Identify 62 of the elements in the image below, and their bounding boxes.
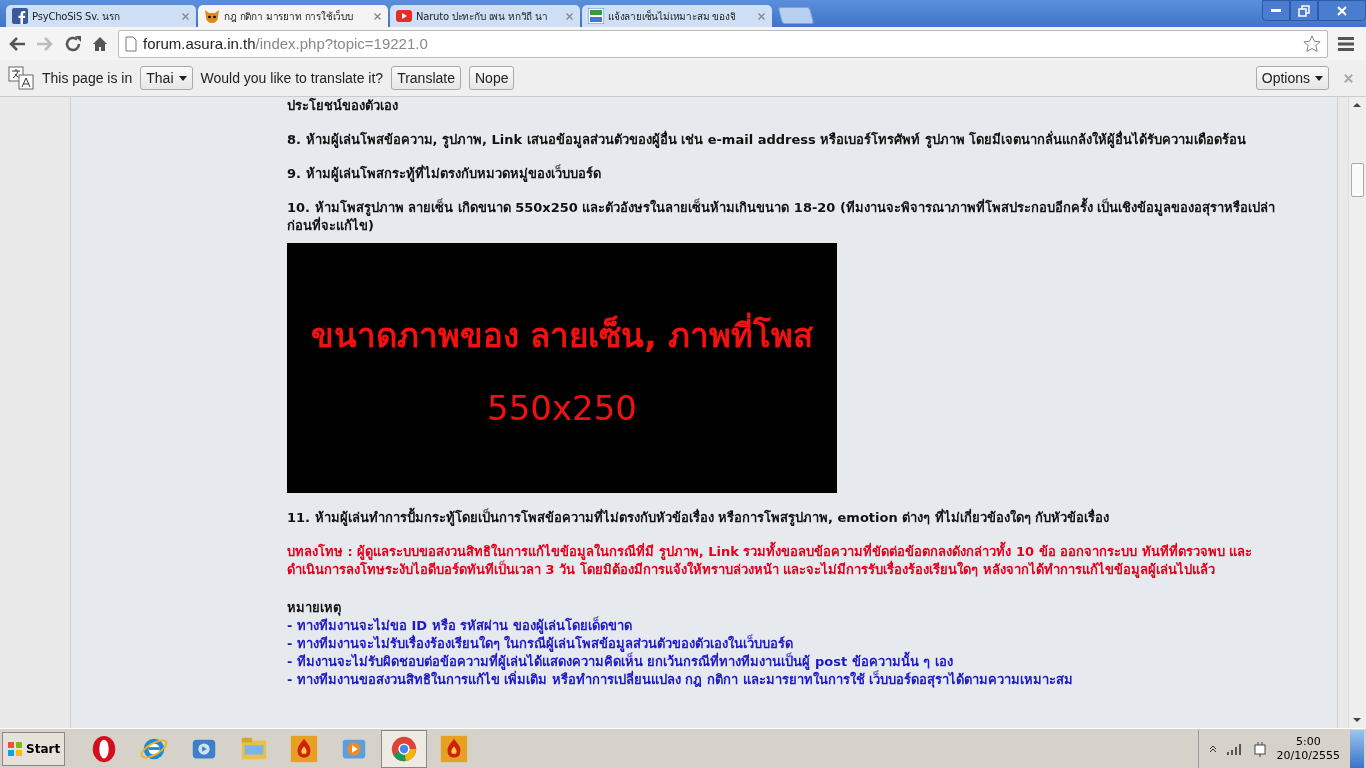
translate-button[interactable]: Nope (469, 66, 515, 90)
clock-time: 5:00 (1295, 734, 1321, 749)
facebook-icon (12, 8, 28, 24)
close-icon[interactable] (565, 11, 574, 21)
options-dropdown[interactable]: Options (1255, 66, 1329, 90)
address-field[interactable]: forum.asura.in.th/index.php?topic=19221.0 (118, 29, 1328, 58)
start-button[interactable]: Start (2, 731, 66, 766)
translate-prompt: This page is in (42, 70, 133, 86)
home-icon[interactable] (92, 35, 108, 52)
taskbar-app[interactable] (381, 729, 428, 768)
note-text: - ทีมงานจะไม่รับผิดชอบต่อข้อความที่ผู้เล่นได้แสดงความคิดเห็น ยกเว้นกรณีที่ทางทีมงานเป็นผู้ post ข้อความนั้น ๆ เอง (287, 653, 1287, 671)
close-icon[interactable] (373, 11, 382, 21)
penalty-text: บทลงโทษ : ผู้ดูแลระบบขอสงวนสิทธิในการแก้ไขข้อมูลในกรณีที่มี รูปภาพ, Link รวมทั้งขอลบข้อความที่ขัดต่อข้อตกลงดังกล่าวทั้ง 10 ข้อ ออกจากระบบ ทันทีที่ตรวจพบ และดำเนินการลงโทษระงับไอดีบอร์ดทันทีเป็นเวลา 3 วัน โดยมิต้องมีการแจ้งให้ทราบล่วงหน้า และจะไม่มีการรับเรื่องร้องเรียนใดๆ หลังจากได้ทำการแก้ไขข้อมูลผู้เล่นไปแล้ว (287, 543, 1287, 579)
rule-text: 8. ห้ามผู้เล่นโพสข้อความ, รูปภาพ, Link เสนอข้อมูลส่วนตัวของผู้อื่น เช่น e-mail address หรือเบอร์โทรศัพท์ รูปภาพ โดยมีเจตนากลั่นแกล้งให้ผู้อื่นได้รับความเดือดร้อน (287, 131, 1248, 149)
browser-tab[interactable]: PsyChoSiS Sv. นรก (6, 5, 196, 27)
rule-text: 9. ห้ามผู้เล่นโพสกระทู้ที่ไม่ตรงกับหมวดหมู่ของเว็บบอร์ด (287, 165, 602, 183)
rule-text: 11. ห้ามผู้เล่นทำการปั้มกระทู้โดยเป็นการโพสข้อความที่ไม่ตรงกับหัวข้อเรื่อง หรือการโพสรูปภาพ, emotion ต่างๆ ที่ไม่เกี่ยวข้องใดๆ กับหัวข้อเรื่อง (287, 509, 1287, 527)
new-tab-button[interactable] (777, 7, 815, 24)
clock-date: 20/10/2555 (1276, 748, 1340, 763)
image-caption: ขนาดภาพของ ลายเซ็น, ภาพที่โพส (310, 308, 814, 362)
page-icon (125, 35, 137, 52)
menu-icon[interactable] (1338, 36, 1354, 51)
signal-icon[interactable] (1226, 742, 1243, 755)
back-icon[interactable] (8, 35, 26, 52)
browser-tab[interactable]: แจ้งลายเซ็นไม่เหมาะสม ของจิ (582, 5, 772, 27)
close-icon[interactable] (1343, 72, 1354, 84)
url-text: forum.asura.in.th/index.php?topic=19221.0 (143, 35, 429, 52)
minimize-icon (1271, 9, 1281, 12)
windows-logo-icon (7, 740, 23, 757)
rule-text: ประโยชน์ของตัวเอง (287, 97, 399, 115)
translate-question: Would you like to translate it? (200, 70, 384, 86)
browser-tab[interactable]: Naruto ปะทะกับ เพน หกวิถี นา (390, 5, 580, 27)
power-plug-icon[interactable] (1252, 740, 1267, 757)
minimize-button[interactable] (1262, 0, 1290, 21)
scrollbar[interactable] (1348, 97, 1366, 728)
translate-icon (8, 66, 34, 90)
browser-tab[interactable]: กฎ กติกา มารยาท การใช้เว็บบ (198, 5, 388, 27)
close-icon[interactable] (757, 11, 766, 21)
expand-tray-icon[interactable] (1208, 744, 1217, 753)
translate-button[interactable]: Translate (391, 66, 461, 90)
scroll-thumb[interactable] (1351, 163, 1364, 197)
restore-button[interactable] (1290, 0, 1318, 21)
note-text: - ทางทีมงานจะไม่ขอ ID หรือ รหัสผ่าน ของผู้เล่นโดยเด็ดขาด (287, 617, 633, 634)
restore-icon (1298, 4, 1310, 17)
bookmark-star-icon[interactable] (1303, 34, 1321, 53)
cat-face-icon (204, 8, 220, 24)
rule-text: 10. ห้ามโพสรูปภาพ ลายเซ็น เกิดขนาด 550x250 และตัวอังษรในลายเซ็นห้ามเกินขนาด 18-20 (ทีมงานจะพิจารณาภาพที่โพสประกอบอีกครั้ง เป็นเชิงข้อมูลของอสุราหรือเปล่า ก่อนที่จะแก้ไข) (287, 199, 1287, 235)
language-dropdown[interactable]: Thai (140, 66, 193, 90)
close-button[interactable] (1318, 0, 1366, 21)
image-caption: 550x250 (487, 387, 637, 428)
close-icon[interactable] (181, 11, 190, 21)
note-text: - ทางทีมงานจะไม่รับเรื่องร้องเรียนใดๆ ในกรณีผู้เล่นโพสข้อมูลส่วนตัวของตัวเองในเว็บบอร์ด (287, 635, 794, 653)
game-site-icon (588, 8, 604, 24)
note-heading: หมายเหตุ (287, 599, 342, 617)
flame-emblem-icon (439, 733, 470, 764)
play-icon (396, 8, 412, 24)
caret-icon (178, 75, 187, 81)
close-icon (1336, 4, 1348, 17)
reload-icon[interactable] (64, 34, 82, 53)
note-text: - ทางทีมงานขอสงวนสิทธิในการแก้ไข เพิ่มเติม หรือทำการเปลี่ยนแปลง กฎ กติกา และมารยาทในการใช้ เว็บบอร์ดอสุราได้ตามความเหมาะสม (287, 671, 1287, 689)
flame-emblem-icon (289, 733, 320, 764)
caret-icon (1315, 75, 1323, 81)
